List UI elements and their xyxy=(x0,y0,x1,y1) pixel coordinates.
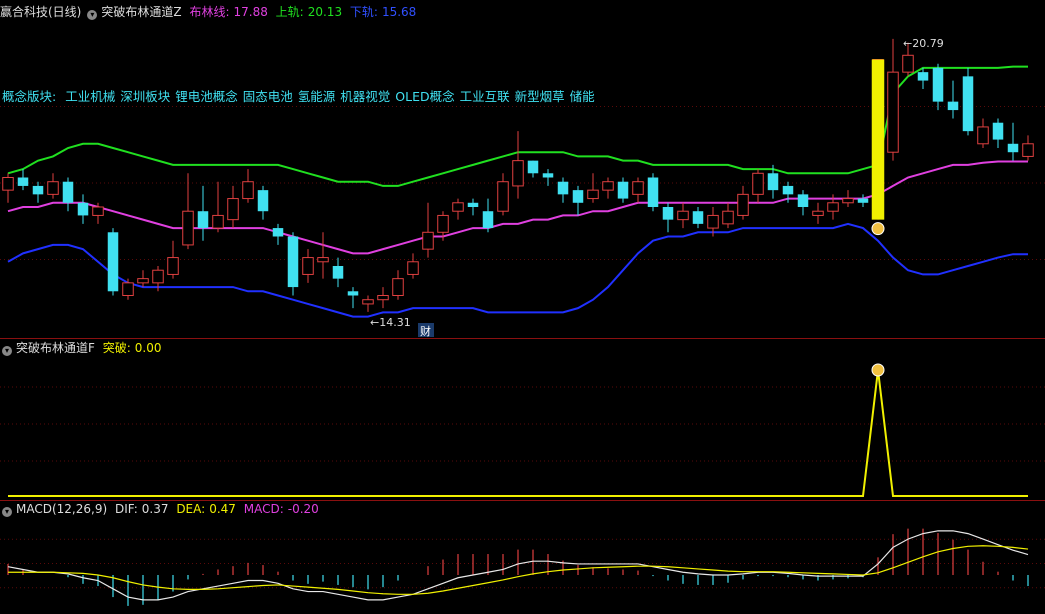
candle-up xyxy=(497,181,509,212)
candle-down xyxy=(527,160,539,174)
candle-down xyxy=(962,76,974,132)
candle-up xyxy=(317,257,329,263)
candle-up xyxy=(242,181,254,200)
candle-up xyxy=(182,210,194,246)
candle-down xyxy=(1007,143,1019,153)
candle-up xyxy=(512,160,524,187)
candle-up xyxy=(737,193,749,216)
low-price-marker: ←14.31 xyxy=(370,316,411,329)
candle-down xyxy=(617,181,629,199)
candle-down xyxy=(197,211,209,229)
candle-up xyxy=(302,257,314,275)
candle-down xyxy=(932,67,944,102)
candle-down xyxy=(857,198,869,203)
candle-down xyxy=(647,177,659,207)
candle-down xyxy=(482,211,494,229)
candle-down xyxy=(557,181,569,195)
candle-down xyxy=(767,173,779,191)
candle-up xyxy=(167,257,179,275)
candle-up xyxy=(377,295,389,301)
candle-down xyxy=(782,185,794,195)
candle-up xyxy=(92,206,104,216)
candle-up xyxy=(407,261,419,275)
candle-up xyxy=(707,214,719,229)
candle-down xyxy=(17,177,29,186)
finance-marker: 财 xyxy=(420,324,431,338)
candle-down xyxy=(62,181,74,203)
candle-up xyxy=(2,177,14,191)
candle-up xyxy=(1022,143,1034,157)
candle-down xyxy=(332,266,344,279)
candle-up xyxy=(677,210,689,221)
candle-up xyxy=(47,181,59,195)
candle-down xyxy=(347,291,359,296)
high-price-marker: ←20.79 xyxy=(903,37,944,50)
candle-up xyxy=(752,172,764,195)
candle-down xyxy=(107,232,119,292)
candle-up xyxy=(212,214,224,229)
money-bag-icon xyxy=(871,222,885,236)
candle-up xyxy=(422,231,434,250)
candle-up xyxy=(437,214,449,233)
candle-up xyxy=(152,269,164,284)
candle-up xyxy=(587,189,599,200)
candle-down xyxy=(272,228,284,237)
candle-up xyxy=(902,54,914,73)
candle-up xyxy=(602,181,614,191)
candle-up xyxy=(452,202,464,212)
signal-line xyxy=(8,369,1028,497)
candle-up xyxy=(227,198,239,221)
candle-up xyxy=(392,278,404,296)
candle-down xyxy=(287,236,299,288)
candle-up xyxy=(842,198,854,204)
candle-up xyxy=(137,278,149,284)
candle-up xyxy=(887,71,899,153)
candle-down xyxy=(467,202,479,207)
candle-up xyxy=(122,282,134,297)
candle-down xyxy=(797,194,809,207)
candle-down xyxy=(77,202,89,216)
candle-down xyxy=(257,190,269,212)
money-bag-icon xyxy=(871,363,885,377)
candle-up xyxy=(632,181,644,195)
candle-down xyxy=(692,211,704,224)
candle-up xyxy=(722,210,734,225)
candle-down xyxy=(32,185,44,195)
candle-down xyxy=(917,72,929,81)
candle-down xyxy=(947,101,959,111)
candle-up xyxy=(977,126,989,145)
candle-down xyxy=(572,190,584,203)
candle-down xyxy=(542,173,554,178)
candle-down xyxy=(662,207,674,220)
stock-chart[interactable]: ←20.79 ←14.31 财 xyxy=(0,0,1045,614)
candle-up xyxy=(827,202,839,212)
candle-down xyxy=(992,122,1004,140)
breakout-candle xyxy=(871,59,885,220)
candle-up xyxy=(812,210,824,216)
candle-up xyxy=(362,299,374,305)
